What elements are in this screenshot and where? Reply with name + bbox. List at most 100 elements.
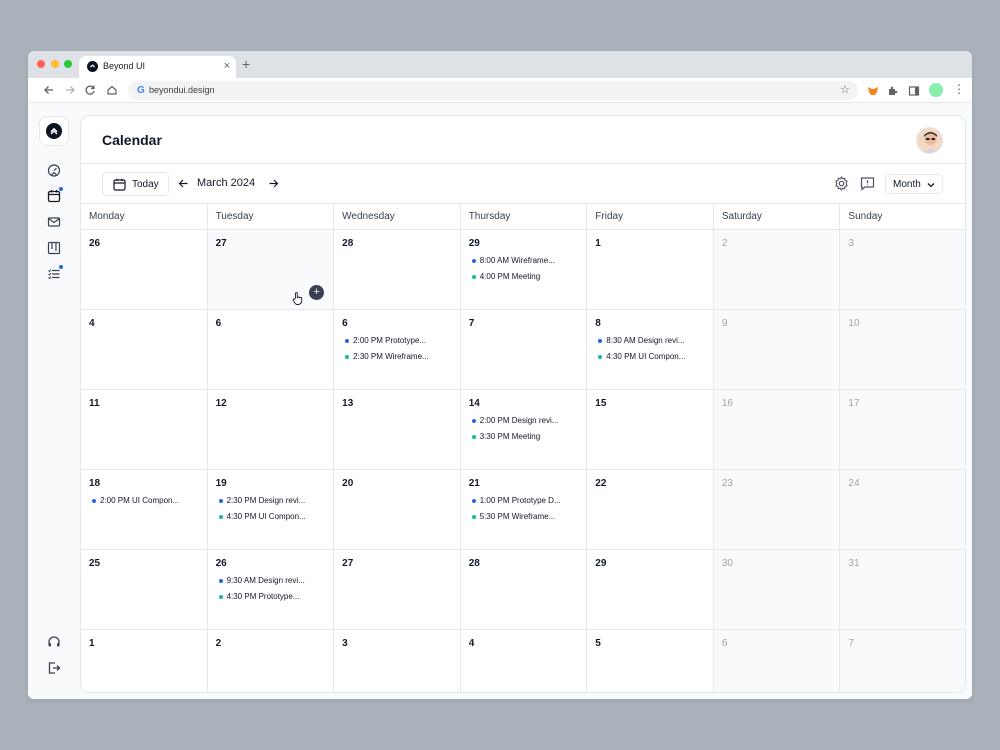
calendar-event[interactable]: 1:00 PM Prototype D...	[469, 494, 587, 507]
current-month-label: March 2024	[197, 177, 256, 189]
calendar-day-cell[interactable]: 15	[587, 390, 714, 470]
calendar-event[interactable]: 2:00 PM Prototype...	[342, 334, 460, 347]
calendar-event[interactable]: 2:30 PM Design revi...	[216, 494, 334, 507]
new-tab-button[interactable]: +	[242, 57, 250, 71]
day-number: 28	[468, 558, 480, 569]
calendar-day-cell[interactable]: 17	[840, 390, 965, 470]
calendar-event[interactable]: 2:00 PM UI Compon...	[89, 494, 207, 507]
calendar-icon[interactable]	[47, 187, 63, 203]
calendar-day-cell[interactable]: 5	[587, 630, 714, 692]
calendar-day-cell[interactable]: 19 2:30 PM Design revi... 4:30 PM UI Compo…	[207, 470, 335, 550]
logout-icon[interactable]	[47, 661, 61, 675]
back-icon[interactable]	[43, 84, 55, 96]
calendar-day-cell[interactable]: 6	[713, 630, 841, 692]
day-number: 17	[848, 398, 860, 409]
calendar-day-cell[interactable]: 21 1:00 PM Prototype D... 5:30 PM Wirefram…	[460, 470, 588, 550]
calendar-day-cell[interactable]: 6 2:00 PM Prototype... 2:30 PM Wireframe..…	[334, 310, 461, 390]
browser-tab[interactable]: Beyond UI ×	[79, 56, 236, 78]
calendar-day-cell[interactable]: 20	[334, 470, 461, 550]
calendar-day-cell[interactable]: 10	[840, 310, 965, 390]
calendar-event[interactable]: 3:30 PM Meeting	[469, 430, 587, 443]
forward-icon[interactable]	[64, 84, 76, 96]
maximize-window-button[interactable]	[64, 60, 72, 68]
calendar-day-cell[interactable]: 29	[587, 550, 714, 630]
calendar-event[interactable]: 4:30 PM Prototype...	[216, 590, 334, 603]
reload-icon[interactable]	[84, 84, 96, 96]
calendar-day-cell[interactable]: 18 2:00 PM UI Compon...	[81, 470, 208, 550]
weekday-header: Monday Tuesday Wednesday Thursday Friday Satu…	[81, 204, 965, 230]
calendar-event[interactable]: 8:30 AM Design revi...	[595, 334, 713, 347]
calendar-day-cell[interactable]: 22	[587, 470, 714, 550]
calendar-day-cell[interactable]: 31	[840, 550, 965, 630]
calendar-day-cell[interactable]: 27	[334, 550, 461, 630]
calendar-day-cell[interactable]: 4	[81, 310, 208, 390]
home-icon[interactable]	[106, 84, 118, 96]
calendar-day-cell[interactable]: 3	[840, 230, 965, 310]
profile-avatar[interactable]	[929, 83, 943, 97]
day-number: 3	[848, 238, 854, 249]
user-avatar[interactable]	[916, 127, 943, 154]
calendar-day-cell[interactable]: 30	[713, 550, 841, 630]
calendar-day-cell[interactable]: 4	[461, 630, 588, 692]
day-number: 1	[89, 638, 95, 649]
day-number: 12	[215, 398, 227, 409]
dashboard-icon[interactable]	[47, 163, 61, 177]
metamask-extension-icon[interactable]	[867, 84, 879, 96]
calendar-day-cell[interactable]: 26 9:30 AM Design revi... 4:30 PM Prototyp…	[207, 550, 335, 630]
calendar-day-cell[interactable]: 27 +	[207, 230, 335, 310]
minimize-window-button[interactable]	[51, 60, 59, 68]
headset-icon[interactable]	[47, 635, 61, 649]
calendar-day-cell[interactable]: 29 8:00 AM Wireframe... 4:00 PM Meeting	[460, 230, 588, 310]
calendar-day-cell[interactable]: 23	[713, 470, 841, 550]
previous-month-button[interactable]	[177, 177, 189, 189]
side-panel-icon[interactable]	[908, 84, 920, 96]
app-logo[interactable]	[39, 116, 69, 146]
bookmark-star-icon[interactable]: ☆	[840, 83, 850, 96]
calendar-day-cell[interactable]: 16	[713, 390, 841, 470]
calendar-event[interactable]: 4:00 PM Meeting	[469, 270, 587, 283]
next-month-button[interactable]	[267, 177, 279, 189]
tab-close-icon[interactable]: ×	[224, 59, 230, 73]
calendar-event[interactable]: 4:30 PM UI Compon...	[216, 510, 334, 523]
calendar-day-cell[interactable]: 12	[207, 390, 335, 470]
kanban-icon[interactable]	[47, 241, 61, 255]
calendar-event[interactable]: 2:00 PM Design revi...	[469, 414, 587, 427]
address-bar[interactable]: G beyondui.design ☆	[128, 81, 858, 100]
today-button[interactable]: Today	[102, 172, 169, 196]
mail-icon[interactable]	[47, 215, 61, 229]
calendar-day-cell[interactable]: 2	[208, 630, 335, 692]
calendar-event[interactable]: 5:30 PM Wireframe...	[469, 510, 587, 523]
calendar-event[interactable]: 2:30 PM Wireframe...	[342, 350, 460, 363]
calendar-day-cell[interactable]: 1	[587, 230, 714, 310]
event-label: 2:00 PM Design revi...	[479, 416, 559, 425]
calendar-day-cell[interactable]: 14 2:00 PM Design revi... 3:30 PM Meeting	[460, 390, 588, 470]
calendar-day-cell[interactable]: 26	[81, 230, 208, 310]
url-text[interactable]: beyondui.design	[149, 85, 215, 95]
calendar-day-cell[interactable]: 6	[207, 310, 335, 390]
calendar-day-cell[interactable]: 25	[81, 550, 208, 630]
view-mode-select[interactable]: Month	[885, 174, 943, 194]
close-window-button[interactable]	[37, 60, 45, 68]
calendar-event[interactable]: 9:30 AM Design revi...	[216, 574, 334, 587]
calendar-event[interactable]: 8:00 AM Wireframe...	[469, 254, 587, 267]
calendar-day-cell[interactable]: 3	[334, 630, 461, 692]
calendar-day-cell[interactable]: 7	[460, 310, 588, 390]
settings-gear-icon[interactable]	[834, 175, 849, 192]
calendar-day-cell[interactable]: 28	[334, 230, 461, 310]
calendar-event[interactable]: 4:30 PM UI Compon...	[595, 350, 713, 363]
add-event-button[interactable]: +	[309, 285, 325, 300]
calendar-day-cell[interactable]: 2	[713, 230, 841, 310]
extensions-puzzle-icon[interactable]	[887, 84, 899, 96]
calendar-day-cell[interactable]: 7	[840, 630, 965, 692]
calendar-day-cell[interactable]: 13	[334, 390, 461, 470]
calendar-day-cell[interactable]: 28	[460, 550, 588, 630]
calendar-day-cell[interactable]: 24	[840, 470, 965, 550]
calendar-day-cell[interactable]: 8 8:30 AM Design revi... 4:30 PM UI Compon…	[587, 310, 714, 390]
calendar-day-cell[interactable]: 11	[81, 390, 208, 470]
calendar-day-cell[interactable]: 9	[713, 310, 841, 390]
calendar-day-cell[interactable]: 1	[81, 630, 208, 692]
day-number: 8	[595, 318, 601, 329]
feedback-message-icon[interactable]	[860, 176, 875, 191]
tasks-icon[interactable]	[47, 265, 63, 281]
browser-menu-icon[interactable]: ⋮	[953, 82, 965, 96]
